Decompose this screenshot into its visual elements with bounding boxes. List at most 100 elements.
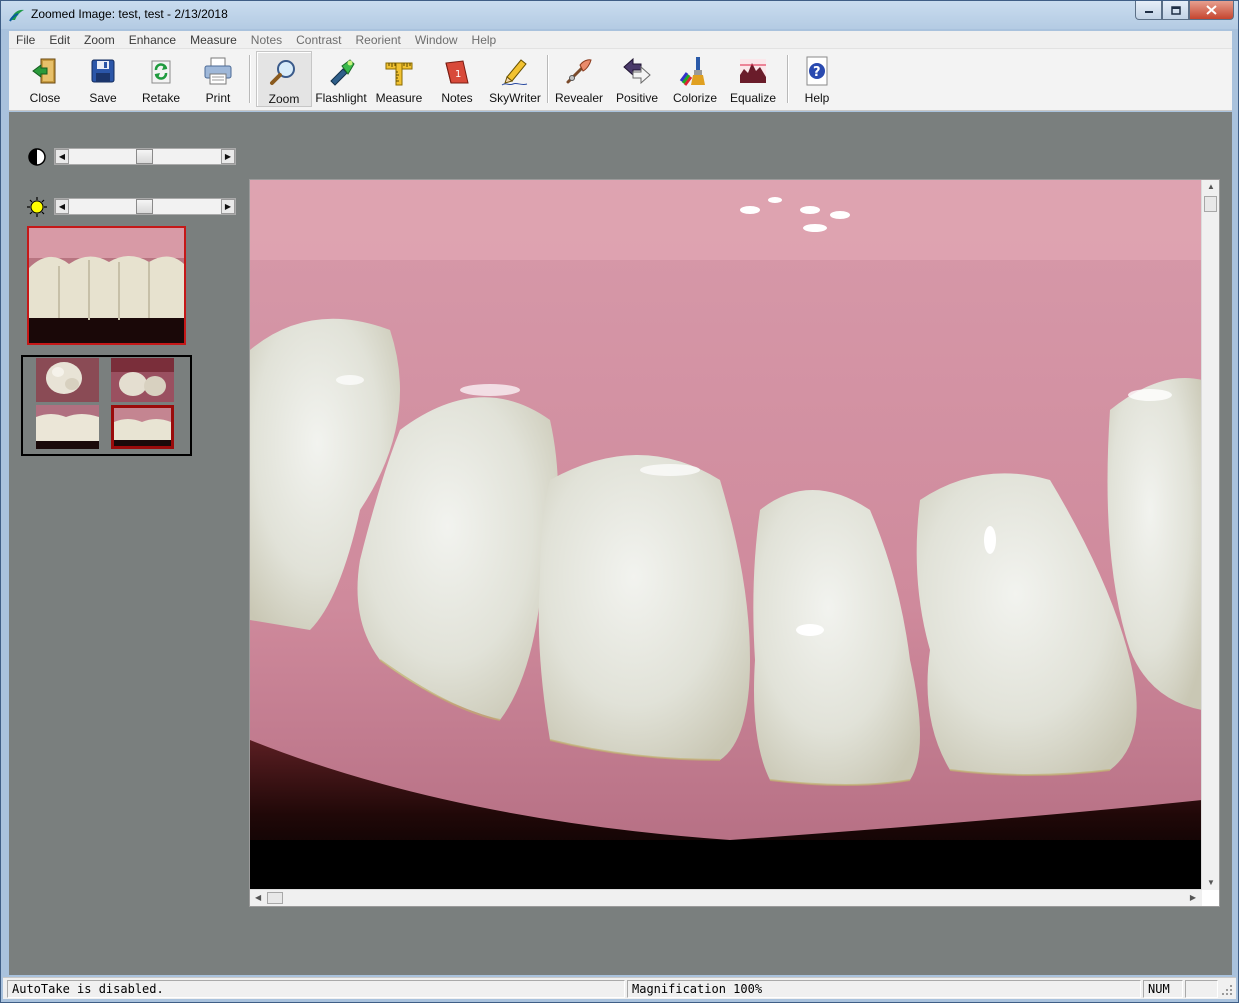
current-image-thumbnail[interactable] (27, 226, 186, 345)
notes-button[interactable]: 1 Notes (433, 51, 481, 107)
notes-label: Notes (441, 91, 473, 105)
help-label: Help (804, 91, 830, 105)
toolbar: Close Save Retake Print Zoom Flashlight … (9, 49, 1232, 111)
toolbar-separator (787, 55, 789, 103)
equalize-button[interactable]: Equalize (725, 51, 781, 107)
window-title: Zoomed Image: test, test - 2/13/2018 (31, 7, 228, 21)
menu-enhance[interactable]: Enhance (122, 31, 183, 49)
status-message: AutoTake is disabled. (7, 980, 625, 998)
brightness-left-arrow[interactable]: ◀ (55, 199, 69, 214)
status-panel-empty (1185, 980, 1218, 998)
positive-label: Positive (615, 91, 659, 105)
brightness-slider[interactable]: ◀ ▶ (54, 198, 236, 215)
menu-notes[interactable]: Notes (244, 31, 289, 49)
positive-button[interactable]: Positive (609, 51, 665, 107)
close-button[interactable]: Close (21, 51, 69, 107)
svg-text:1: 1 (455, 69, 461, 80)
menu-measure[interactable]: Measure (183, 31, 244, 49)
contrast-left-arrow[interactable]: ◀ (55, 149, 69, 164)
magnifier-icon (270, 60, 295, 85)
contrast-icon (28, 148, 46, 166)
scroll-up-icon[interactable]: ▲ (1207, 182, 1215, 191)
menu-file[interactable]: File (9, 31, 42, 49)
retake-button[interactable]: Retake (135, 51, 187, 107)
flashlight-icon (330, 59, 355, 86)
skywriter-button[interactable]: SkyWriter (487, 51, 543, 107)
zoom-button[interactable]: Zoom (256, 51, 312, 107)
retake-label: Retake (141, 91, 181, 105)
scroll-down-icon[interactable]: ▼ (1207, 878, 1215, 887)
exit-door-icon (32, 58, 56, 84)
contrast-slider-row: ◀ ▶ (27, 147, 239, 167)
printer-icon (204, 57, 232, 85)
positive-arrows-icon (623, 57, 651, 85)
menu-zoom[interactable]: Zoom (77, 31, 122, 49)
thumbnail-4-selected[interactable] (111, 405, 174, 449)
histogram-icon (740, 59, 766, 83)
print-button[interactable]: Print (195, 51, 241, 107)
dental-image[interactable] (250, 180, 1202, 890)
zoom-label: Zoom (268, 92, 300, 106)
thumbnail-1[interactable] (36, 358, 99, 402)
vertical-scrollbar[interactable]: ▲ ▼ (1201, 180, 1219, 890)
brightness-slider-thumb[interactable] (136, 199, 153, 214)
close-label: Close (29, 91, 61, 105)
horizontal-scroll-thumb[interactable] (267, 892, 283, 904)
brightness-slider-row: ◀ ▶ (27, 197, 239, 217)
menu-help[interactable]: Help (465, 31, 504, 49)
status-bar: AutoTake is disabled. Magnification 100%… (3, 977, 1236, 999)
brightness-sun-icon (27, 197, 47, 217)
colorize-button[interactable]: Colorize (667, 51, 723, 107)
menu-bar: File Edit Zoom Enhance Measure Notes Con… (9, 31, 1232, 49)
refresh-icon (151, 60, 171, 84)
menu-edit[interactable]: Edit (42, 31, 77, 49)
measure-button[interactable]: Measure (371, 51, 427, 107)
flashlight-button[interactable]: Flashlight (313, 51, 369, 107)
flashlight-label: Flashlight (315, 91, 367, 105)
scroll-left-icon[interactable]: ◀ (255, 893, 261, 902)
minimize-icon[interactable] (1135, 1, 1162, 20)
pencil-icon (501, 59, 528, 86)
help-button[interactable]: ? Help (797, 51, 837, 107)
help-question-icon: ? (806, 56, 828, 86)
equalize-label: Equalize (729, 91, 777, 105)
toolbar-separator (249, 55, 251, 103)
colorize-label: Colorize (672, 91, 717, 105)
skywriter-label: SkyWriter (489, 91, 541, 105)
client-area: ◀ ▶ ◀ ▶ ▲ ▼ ◀ ▶ (9, 112, 1232, 975)
maximize-icon[interactable] (1162, 1, 1189, 20)
revealer-wand-icon (566, 59, 592, 84)
image-viewport: ▲ ▼ ◀ ▶ (249, 179, 1220, 907)
thumbnail-3[interactable] (36, 405, 99, 449)
horizontal-scrollbar[interactable]: ◀ ▶ (250, 889, 1202, 906)
notes-flag-icon: 1 (445, 60, 469, 84)
save-button[interactable]: Save (79, 51, 127, 107)
toolbar-separator (547, 55, 549, 103)
menu-window[interactable]: Window (408, 31, 465, 49)
menu-reorient[interactable]: Reorient (349, 31, 408, 49)
revealer-label: Revealer (554, 91, 604, 105)
thumbnail-2[interactable] (111, 358, 174, 402)
print-label: Print (205, 91, 231, 105)
contrast-right-arrow[interactable]: ▶ (221, 149, 235, 164)
scroll-right-icon[interactable]: ▶ (1190, 893, 1196, 902)
save-label: Save (89, 91, 117, 105)
thumbnail-strip (21, 355, 192, 456)
title-bar[interactable]: Zoomed Image: test, test - 2/13/2018 (1, 1, 1238, 29)
measure-label: Measure (375, 91, 423, 105)
app-window: Zoomed Image: test, test - 2/13/2018 Fil… (0, 0, 1239, 1003)
menu-contrast[interactable]: Contrast (289, 31, 348, 49)
svg-text:?: ? (813, 65, 821, 80)
ruler-icon (385, 62, 413, 86)
magnification-indicator: Magnification 100% (627, 980, 1141, 998)
floppy-disk-icon (91, 59, 115, 83)
revealer-button[interactable]: Revealer (553, 51, 605, 107)
contrast-slider[interactable]: ◀ ▶ (54, 148, 236, 165)
vertical-scroll-thumb[interactable] (1204, 196, 1217, 212)
contrast-slider-thumb[interactable] (136, 149, 153, 164)
resize-grip-icon[interactable] (1220, 983, 1234, 997)
close-icon[interactable] (1189, 1, 1234, 20)
paintbrush-icon (679, 57, 705, 86)
app-logo-icon (9, 9, 24, 22)
brightness-right-arrow[interactable]: ▶ (221, 199, 235, 214)
